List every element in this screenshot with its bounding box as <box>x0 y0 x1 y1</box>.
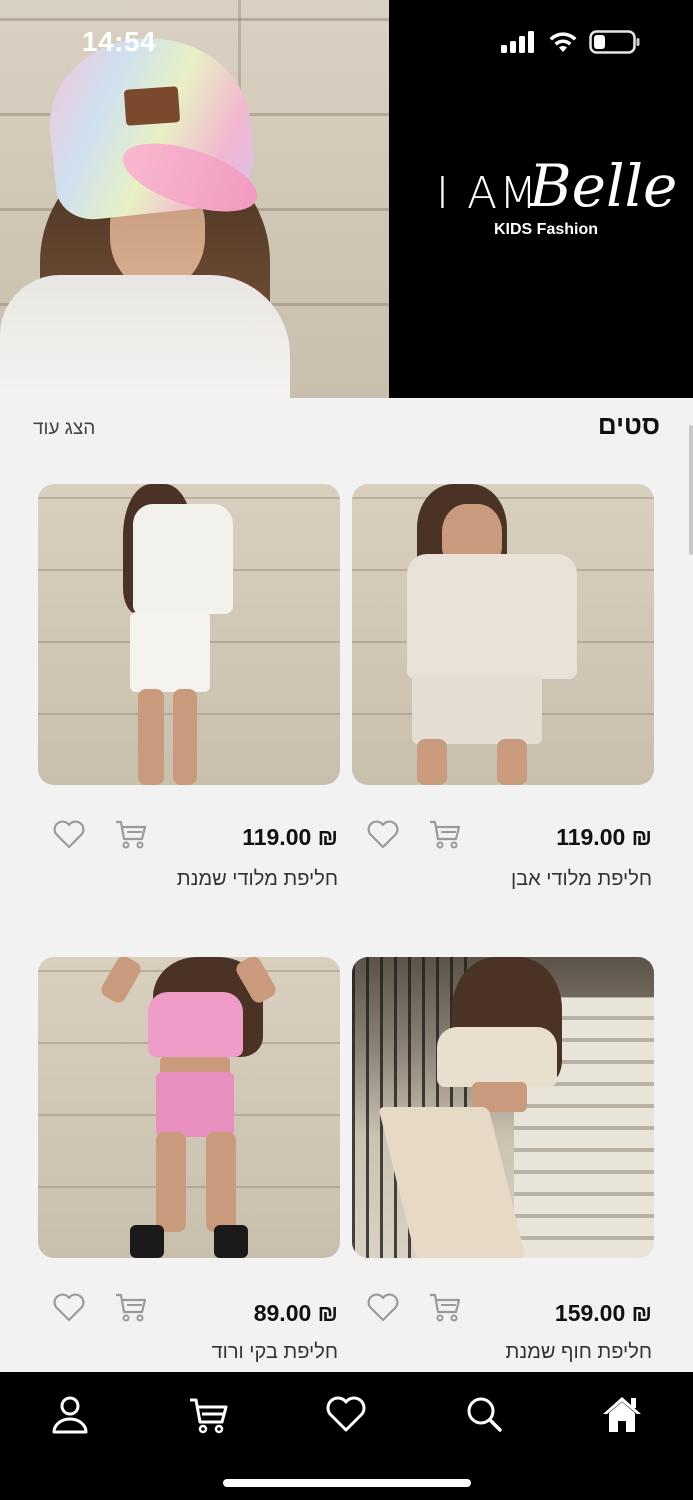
hero-cap-patch <box>123 86 181 126</box>
product-name[interactable]: חליפת מלודי אבן <box>511 868 652 891</box>
product-name[interactable]: חליפת מלודי שמנת <box>177 868 338 891</box>
product-name[interactable]: חליפת חוף שמנת <box>506 1341 652 1364</box>
signal-icon <box>501 31 534 53</box>
product-price: 119.00 ₪ <box>242 824 338 850</box>
product-bottom <box>130 612 210 692</box>
wishlist-heart-icon[interactable] <box>366 817 400 851</box>
product-card[interactable]: 119.00 ₪ חליפת מלודי שמנת <box>38 484 340 904</box>
cart-icon[interactable] <box>186 1392 230 1436</box>
product-image[interactable] <box>38 484 340 785</box>
scroll-indicator <box>689 425 693 555</box>
show-more-link[interactable]: הצג עוד <box>33 418 95 440</box>
product-card[interactable]: 119.00 ₪ חליפת מלודי אבן <box>352 484 654 904</box>
add-to-cart-icon[interactable] <box>428 817 462 851</box>
product-price: 119.00 ₪ <box>556 824 652 850</box>
hero-photo <box>0 0 389 398</box>
wishlist-heart-icon[interactable] <box>52 1290 86 1324</box>
hero-shirt <box>0 275 290 398</box>
home-icon[interactable] <box>600 1392 644 1436</box>
product-card[interactable]: 159.00 ₪ חליפת חוף שמנת <box>352 957 654 1372</box>
add-to-cart-icon[interactable] <box>114 817 148 851</box>
product-top <box>407 554 577 679</box>
home-indicator <box>223 1479 471 1487</box>
product-price: 159.00 ₪ <box>554 1300 652 1326</box>
add-to-cart-icon[interactable] <box>114 1290 148 1324</box>
product-top <box>148 992 243 1057</box>
brand-logo: I AM Belle KIDS Fashion <box>389 0 693 398</box>
search-icon[interactable] <box>462 1392 506 1436</box>
product-image[interactable] <box>352 484 654 785</box>
brand-tagline: KIDS Fashion <box>494 221 599 238</box>
section-title: סטים <box>597 410 660 440</box>
wishlist-heart-icon[interactable] <box>52 817 86 851</box>
battery-icon <box>589 30 640 54</box>
product-image[interactable] <box>38 957 340 1258</box>
product-top <box>133 504 233 614</box>
wifi-icon <box>549 32 577 52</box>
status-time: 14:54 <box>82 26 157 57</box>
add-to-cart-icon[interactable] <box>428 1290 462 1324</box>
profile-icon[interactable] <box>48 1392 92 1436</box>
wishlist-heart-icon[interactable] <box>366 1290 400 1324</box>
status-icons <box>501 30 641 54</box>
product-card[interactable]: 89.00 ₪ חליפת בקי ורוד <box>38 957 340 1372</box>
heart-icon[interactable] <box>324 1392 368 1436</box>
product-top <box>437 1027 557 1087</box>
hero-banner: I AM Belle KIDS Fashion <box>0 0 693 398</box>
product-bottom <box>156 1072 234 1137</box>
brand-wordmark-left: I AM <box>436 168 540 219</box>
product-image[interactable] <box>352 957 654 1258</box>
product-price: 89.00 ₪ <box>253 1300 338 1326</box>
product-name[interactable]: חליפת בקי ורוד <box>212 1341 338 1364</box>
brand-wordmark-script: Belle <box>529 152 678 220</box>
product-bottom <box>412 674 542 744</box>
